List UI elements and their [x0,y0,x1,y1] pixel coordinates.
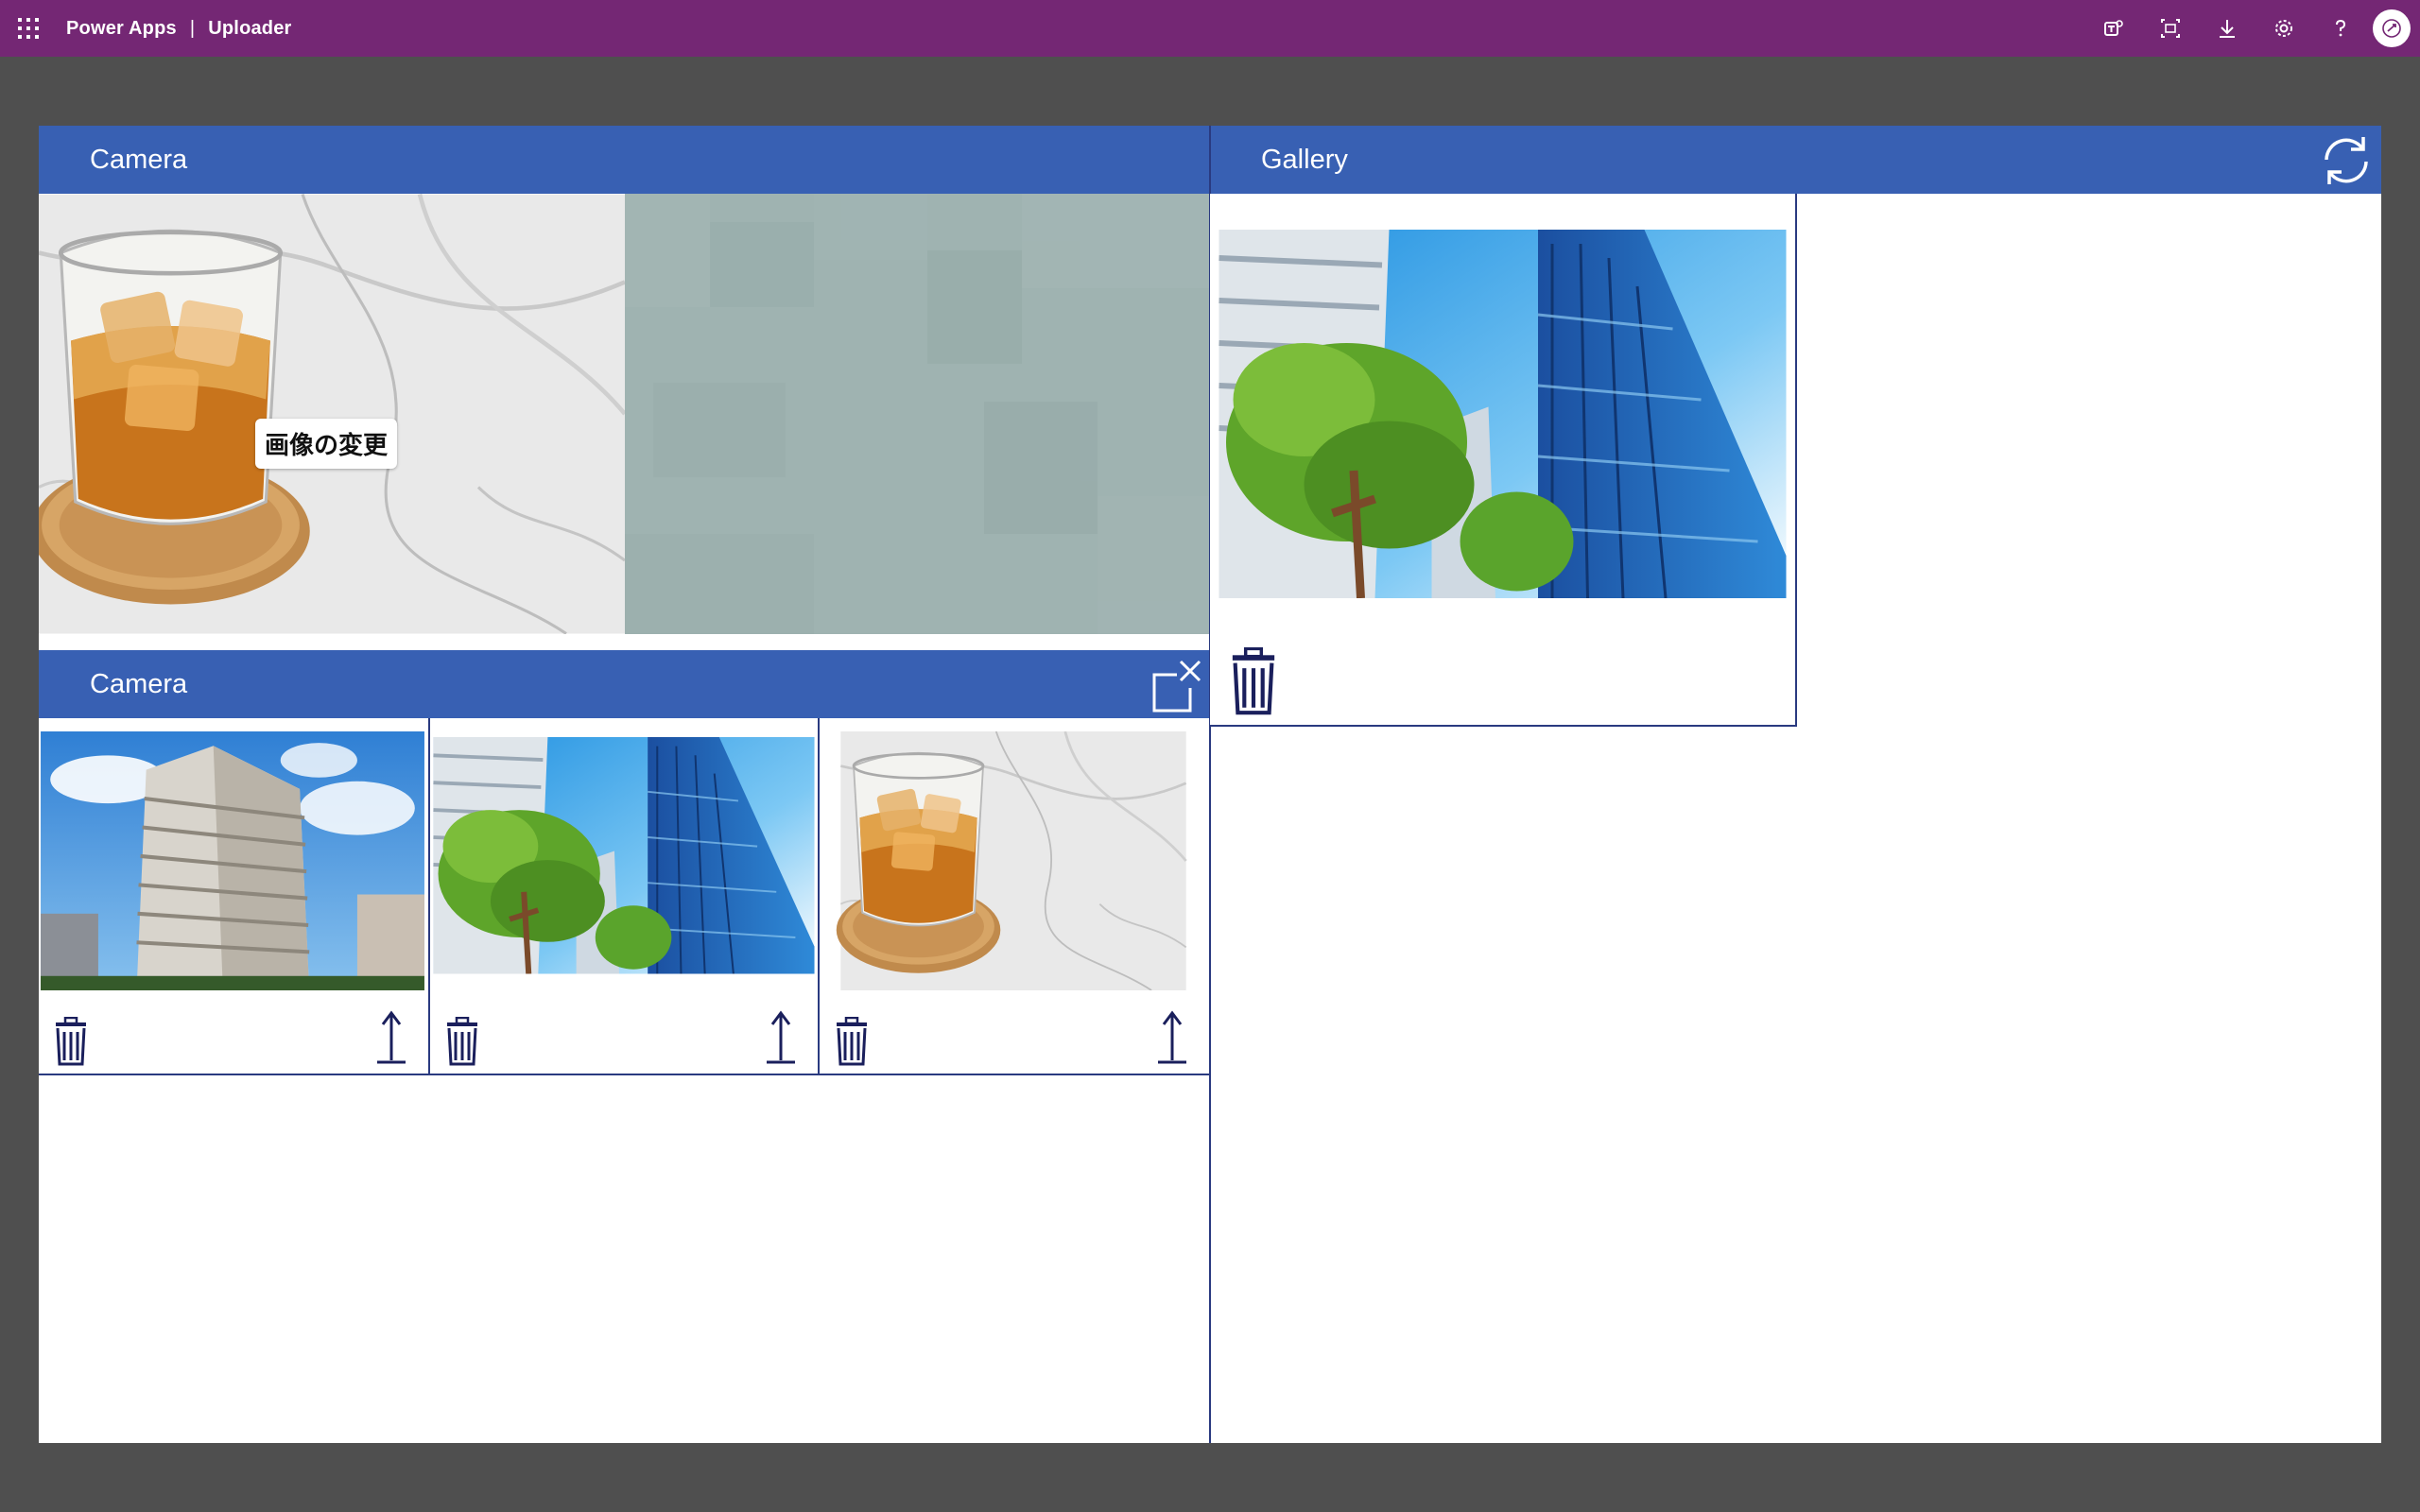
settings-icon[interactable] [2256,0,2312,57]
upload-arrow-icon[interactable] [375,1009,407,1066]
trash-icon[interactable] [1227,647,1280,715]
camera-live-feed [625,194,1209,634]
fit-screen-icon[interactable] [2142,0,2199,57]
product-name[interactable]: Power Apps [66,18,177,40]
list-item[interactable] [818,718,1209,1075]
trash-icon[interactable] [443,1017,481,1066]
gallery-item[interactable] [1210,194,1797,727]
gallery-title: Gallery [1261,144,1348,175]
refresh-icon[interactable] [2317,131,2376,190]
upload-arrow-icon[interactable] [1156,1009,1188,1066]
avatar[interactable] [2373,9,2411,47]
upload-arrow-icon[interactable] [765,1009,797,1066]
gallery-image [1210,230,1795,598]
app-title: Power Apps | Uploader [66,0,292,57]
popout-close-icon[interactable] [1145,656,1203,714]
camera-gallery [39,718,1209,1075]
download-icon[interactable] [2199,0,2256,57]
camera-list-header: Camera [39,650,1209,718]
title-separator: | [189,17,196,39]
teams-icon[interactable] [2085,0,2142,57]
list-item[interactable] [39,718,428,1075]
top-bar-actions [2085,0,2420,57]
camera-captured-image [39,194,625,634]
change-image-button[interactable]: 画像の変更 [255,419,398,469]
app-top-bar: Power Apps | Uploader [0,0,2420,57]
waffle-icon[interactable] [17,17,40,40]
camera-title: Camera [90,144,188,175]
app-name: Uploader [208,17,292,39]
canvas-app-screen: Camera Gallery 画像の変更 Camera [39,126,2381,1443]
camera-list-title: Camera [90,668,188,699]
thumbnail-image [39,731,426,990]
camera-view[interactable]: 画像の変更 [39,194,1209,634]
trash-icon[interactable] [833,1017,871,1066]
help-icon[interactable] [2312,0,2369,57]
thumbnail-image [430,737,818,985]
camera-header: Camera [39,126,1209,194]
trash-icon[interactable] [52,1017,90,1066]
thumbnail-image [835,731,1188,990]
gallery-header: Gallery [1210,126,2381,194]
list-item[interactable] [428,718,818,1075]
